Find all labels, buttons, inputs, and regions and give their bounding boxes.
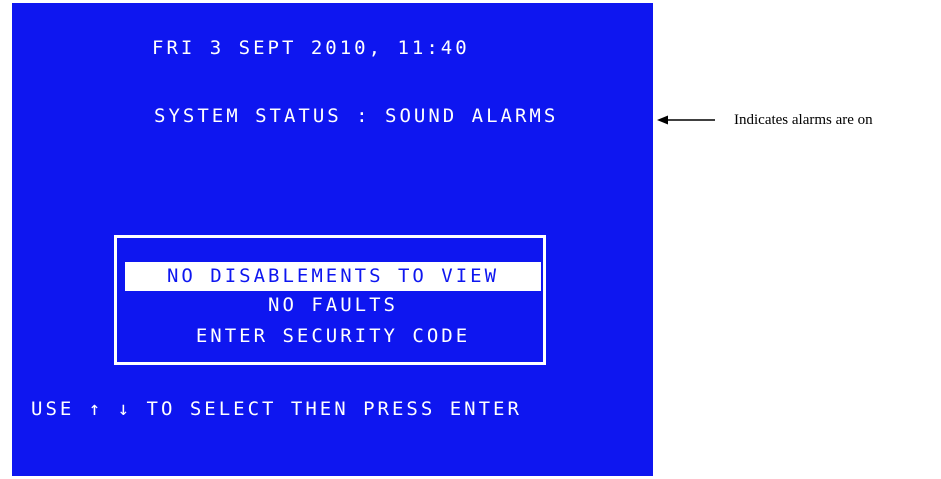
date-time-readout: FRI 3 SEPT 2010, 11:40 <box>152 37 470 59</box>
navigation-instruction: USE ↑ ↓ TO SELECT THEN PRESS ENTER <box>31 398 522 420</box>
arrow-left-icon <box>657 113 715 127</box>
system-status-line: SYSTEM STATUS : SOUND ALARMS <box>154 105 559 127</box>
annotation-text: Indicates alarms are on <box>734 111 873 128</box>
menu-item-no-disablements[interactable]: NO DISABLEMENTS TO VIEW <box>125 262 541 291</box>
menu-item-enter-security-code[interactable]: ENTER SECURITY CODE <box>125 322 541 351</box>
menu-item-no-faults[interactable]: NO FAULTS <box>125 291 541 320</box>
status-annotation: Indicates alarms are on <box>657 108 873 132</box>
menu-box: NO DISABLEMENTS TO VIEW NO FAULTS ENTER … <box>114 235 546 365</box>
fire-panel-display: FRI 3 SEPT 2010, 11:40 SYSTEM STATUS : S… <box>12 3 653 476</box>
